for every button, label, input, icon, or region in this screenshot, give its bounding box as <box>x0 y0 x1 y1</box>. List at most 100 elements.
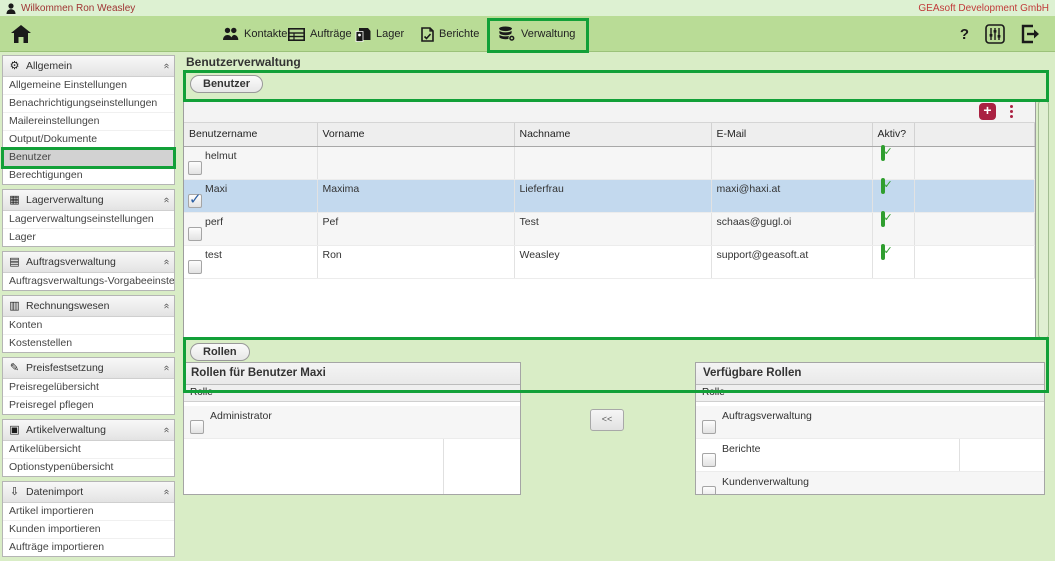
role-checkbox[interactable] <box>702 486 716 495</box>
sidebar-item-allgemeine-einstellungen[interactable]: Allgemeine Einstellungen <box>3 77 174 95</box>
users-grid-panel: + Benutzername Vorname Nachname E-Mail A… <box>183 99 1036 340</box>
collapse-chevron-icon[interactable]: « <box>162 197 170 203</box>
role-column-header[interactable]: Rolle <box>184 385 520 402</box>
rollen-group-legend: Rollen <box>190 343 250 361</box>
collapse-chevron-icon[interactable]: « <box>162 303 170 309</box>
sidebar-item-auftraege-importieren[interactable]: Aufträge importieren <box>3 539 174 556</box>
cell-nachname: Lieferfrau <box>515 180 711 195</box>
col-header-vorname[interactable]: Vorname <box>317 123 514 147</box>
help-button[interactable]: ? <box>960 26 969 43</box>
sidebar-item-preisregeluebersicht[interactable]: Preisregelübersicht <box>3 379 174 397</box>
sidebar-item-kostenstellen[interactable]: Kostenstellen <box>3 335 174 352</box>
sidebar-header-rechnungswesen[interactable]: ▥ Rechnungswesen « <box>3 296 174 317</box>
table-row[interactable]: test Ron Weasley support@geasoft.at <box>184 246 1035 279</box>
sidebar-item-lagerverwaltungseinstellungen[interactable]: Lagerverwaltungseinstellungen <box>3 211 174 229</box>
gear-icon: ⚙ <box>8 61 21 71</box>
users-table: Benutzername Vorname Nachname E-Mail Akt… <box>184 123 1035 279</box>
row-select-checkbox[interactable] <box>188 260 202 274</box>
col-header-aktiv[interactable]: Aktiv? <box>872 123 914 147</box>
col-header-email[interactable]: E-Mail <box>711 123 872 147</box>
row-select-checkbox[interactable] <box>188 194 202 208</box>
sidebar-item-mailereinstellungen[interactable]: Mailereinstellungen <box>3 113 174 131</box>
sidebar-header-lagerverwaltung[interactable]: ▦ Lagerverwaltung « <box>3 190 174 211</box>
nav-item-label: Verwaltung <box>521 28 575 40</box>
grid-icon: ▦ <box>8 195 21 205</box>
collapse-chevron-icon[interactable]: « <box>162 489 170 495</box>
cell-email <box>712 147 872 150</box>
sidebar-item-output-dokumente[interactable]: Output/Dokumente <box>3 131 174 149</box>
sidebar-item-artikel-importieren[interactable]: Artikel importieren <box>3 503 174 521</box>
nav-item-kontakte[interactable]: Kontakte <box>222 16 287 52</box>
aktiv-checkbox[interactable] <box>881 145 885 161</box>
table-row[interactable]: Maxi Maxima Lieferfrau maxi@haxi.at <box>184 180 1035 213</box>
kebab-menu-icon[interactable] <box>1010 105 1013 118</box>
sidebar-item-preisregel-pflegen[interactable]: Preisregel pflegen <box>3 397 174 414</box>
cell-benutzername: Maxi <box>205 183 227 195</box>
sidebar: ⚙ Allgemein « Allgemeine Einstellungen B… <box>2 55 175 561</box>
sidebar-item-benutzer[interactable]: Benutzer <box>3 149 174 167</box>
collapse-chevron-icon[interactable]: « <box>162 365 170 371</box>
add-user-button[interactable]: + <box>979 103 996 120</box>
nav-item-lager[interactable]: Lager <box>355 16 404 52</box>
list-item[interactable]: Auftragsverwaltung <box>696 406 1044 439</box>
sidebar-header-preisfestsetzung[interactable]: ✎ Preisfestsetzung « <box>3 358 174 379</box>
home-button[interactable] <box>10 16 32 52</box>
table-row[interactable]: perf Pef Test schaas@gugl.oi <box>184 213 1035 246</box>
list-item[interactable]: Berichte <box>696 439 1044 472</box>
collapse-chevron-icon[interactable]: « <box>162 63 170 69</box>
company-name: GEAsoft Development GmbH <box>918 3 1049 14</box>
aktiv-checkbox[interactable] <box>881 244 885 260</box>
cell-vorname: Ron <box>318 246 514 261</box>
main-nav-bar: Kontakte Aufträge Lager Berichte Verwalt… <box>0 16 1055 52</box>
role-column-header[interactable]: Rolle <box>696 385 1044 402</box>
role-checkbox[interactable] <box>702 453 716 467</box>
logout-icon[interactable] <box>1021 24 1041 44</box>
nav-item-verwaltung[interactable]: Verwaltung <box>498 16 575 52</box>
cell-email: schaas@gugl.oi <box>712 213 872 228</box>
sidebar-item-artikeluebersicht[interactable]: Artikelübersicht <box>3 441 174 459</box>
table-row[interactable]: helmut <box>184 147 1035 180</box>
home-icon <box>10 24 32 44</box>
section-title: Preisfestsetzung <box>26 362 104 374</box>
sidebar-header-auftragsverwaltung[interactable]: ▤ Auftragsverwaltung « <box>3 252 174 273</box>
role-checkbox[interactable] <box>190 420 204 434</box>
row-select-checkbox[interactable] <box>188 161 202 175</box>
sidebar-item-berechtigungen[interactable]: Berechtigungen <box>3 167 174 184</box>
nav-item-auftraege[interactable]: Aufträge <box>288 16 352 52</box>
col-header-nachname[interactable]: Nachname <box>514 123 711 147</box>
users-table-header-row: Benutzername Vorname Nachname E-Mail Akt… <box>184 123 1035 147</box>
settings-sliders-icon[interactable] <box>985 24 1005 44</box>
col-header-benutzername[interactable]: Benutzername <box>184 123 317 147</box>
sidebar-item-lager[interactable]: Lager <box>3 229 174 246</box>
sidebar-section-auftragsverwaltung: ▤ Auftragsverwaltung « Auftragsverwaltun… <box>2 251 175 291</box>
cell-email: maxi@haxi.at <box>712 180 872 195</box>
sidebar-item-auftragsverwaltungs-vorgabeeinstellung[interactable]: Auftragsverwaltungs-Vorgabeeinstellung <box>3 273 174 290</box>
sidebar-section-preisfestsetzung: ✎ Preisfestsetzung « Preisregelübersicht… <box>2 357 175 415</box>
role-checkbox[interactable] <box>702 420 716 434</box>
sidebar-item-optionstypenuebersicht[interactable]: Optionstypenübersicht <box>3 459 174 476</box>
row-select-checkbox[interactable] <box>188 227 202 241</box>
role-name: Berichte <box>722 443 761 455</box>
card-icon: ▤ <box>8 257 21 267</box>
move-role-left-button[interactable]: << <box>590 409 624 431</box>
welcome-text: Wilkommen Ron Weasley <box>21 3 135 14</box>
list-item[interactable]: Administrator <box>184 406 520 439</box>
sidebar-header-allgemein[interactable]: ⚙ Allgemein « <box>3 56 174 77</box>
grid-scrollbar[interactable] <box>1038 99 1049 340</box>
sidebar-header-datenimport[interactable]: ⇩ Datenimport « <box>3 482 174 503</box>
list-item[interactable]: Kundenverwaltung <box>696 472 1044 495</box>
role-name: Auftragsverwaltung <box>722 410 812 422</box>
contacts-icon <box>222 27 239 41</box>
sidebar-item-benachrichtigungseinstellungen[interactable]: Benachrichtigungseinstellungen <box>3 95 174 113</box>
section-title: Datenimport <box>26 486 83 498</box>
sidebar-item-konten[interactable]: Konten <box>3 317 174 335</box>
sidebar-header-artikelverwaltung[interactable]: ▣ Artikelverwaltung « <box>3 420 174 441</box>
collapse-chevron-icon[interactable]: « <box>162 427 170 433</box>
nav-item-berichte[interactable]: Berichte <box>421 16 479 52</box>
cell-vorname <box>318 147 514 150</box>
available-roles-table: Verfügbare Rollen Rolle Auftragsverwaltu… <box>695 362 1045 495</box>
sidebar-item-kunden-importieren[interactable]: Kunden importieren <box>3 521 174 539</box>
aktiv-checkbox[interactable] <box>881 211 885 227</box>
collapse-chevron-icon[interactable]: « <box>162 259 170 265</box>
aktiv-checkbox[interactable] <box>881 178 885 194</box>
